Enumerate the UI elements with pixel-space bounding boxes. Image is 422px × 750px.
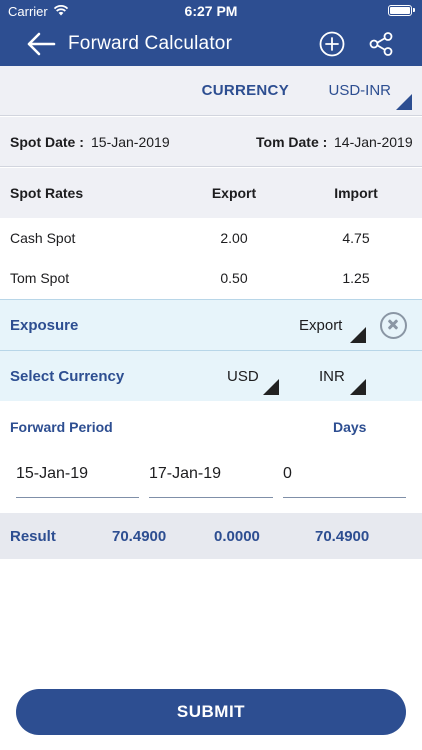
export-header: Export: [211, 185, 257, 201]
tom-date-label: Tom Date :: [256, 134, 328, 150]
rate-name: Cash Spot: [10, 230, 76, 246]
clear-exposure-icon[interactable]: [380, 312, 407, 339]
result-value: 70.4900: [315, 528, 370, 545]
submit-button[interactable]: SUBMIT: [16, 689, 406, 735]
result-value: 0.0000: [214, 528, 260, 545]
from-date-value: 15-Jan-19: [16, 465, 89, 482]
currency-selector[interactable]: CURRENCY USD-INR: [0, 66, 422, 116]
dropdown-triangle-icon: [396, 94, 412, 110]
to-date-field[interactable]: 17-Jan-19: [149, 452, 273, 498]
spot-rates-header-label: Spot Rates: [10, 185, 84, 201]
nav-bar: Forward Calculator: [0, 22, 422, 66]
days-label: Days: [333, 419, 367, 435]
forward-period-header: Forward Period Days: [0, 402, 422, 450]
result-row: Result 70.4900 0.0000 70.4900: [0, 513, 422, 559]
page-title: Forward Calculator: [68, 33, 233, 54]
import-rate: 1.25: [342, 270, 370, 286]
exposure-dropdown[interactable]: Export: [299, 317, 342, 334]
forward-period-label: Forward Period: [10, 419, 113, 435]
dropdown-triangle-icon: [350, 379, 366, 395]
select-currency-label: Select Currency: [10, 368, 125, 385]
to-date-value: 17-Jan-19: [149, 465, 222, 482]
add-circle-icon[interactable]: [319, 31, 345, 57]
rate-name: Tom Spot: [10, 270, 70, 286]
days-field[interactable]: 0: [283, 452, 406, 498]
currency-label: CURRENCY: [201, 82, 289, 99]
dropdown-triangle-icon: [263, 379, 279, 395]
date-row: Spot Date : 15-Jan-2019 Tom Date : 14-Ja…: [0, 117, 422, 167]
from-date-field[interactable]: 15-Jan-19: [16, 452, 139, 498]
to-currency-dropdown[interactable]: INR: [319, 368, 345, 385]
share-icon[interactable]: [368, 31, 394, 57]
select-currency-row: Select Currency USD INR: [0, 350, 422, 401]
result-value: 70.4900: [112, 528, 167, 545]
status-bar: Carrier 6:27 PM: [0, 0, 422, 22]
spot-rates-header: Spot Rates Export Import: [0, 168, 422, 218]
table-row: Tom Spot 0.50 1.25: [0, 259, 422, 299]
dropdown-triangle-icon: [350, 327, 366, 343]
exposure-row: Exposure Export: [0, 299, 422, 350]
back-arrow-icon[interactable]: [26, 31, 56, 57]
from-currency-dropdown[interactable]: USD: [227, 368, 259, 385]
export-rate: 0.50: [220, 270, 248, 286]
tom-date-value: 14-Jan-2019: [334, 134, 413, 150]
exposure-label: Exposure: [10, 317, 79, 334]
clock: 6:27 PM: [184, 3, 238, 19]
days-value: 0: [283, 465, 292, 482]
export-rate: 2.00: [220, 230, 248, 246]
spot-date-value: 15-Jan-2019: [91, 134, 170, 150]
spot-date-label: Spot Date :: [10, 134, 84, 150]
table-row: Cash Spot 2.00 4.75: [0, 219, 422, 259]
import-rate: 4.75: [342, 230, 370, 246]
currency-pair-value[interactable]: USD-INR: [329, 82, 392, 99]
import-header: Import: [334, 185, 378, 201]
battery-icon: [388, 5, 415, 16]
result-label: Result: [10, 528, 56, 545]
